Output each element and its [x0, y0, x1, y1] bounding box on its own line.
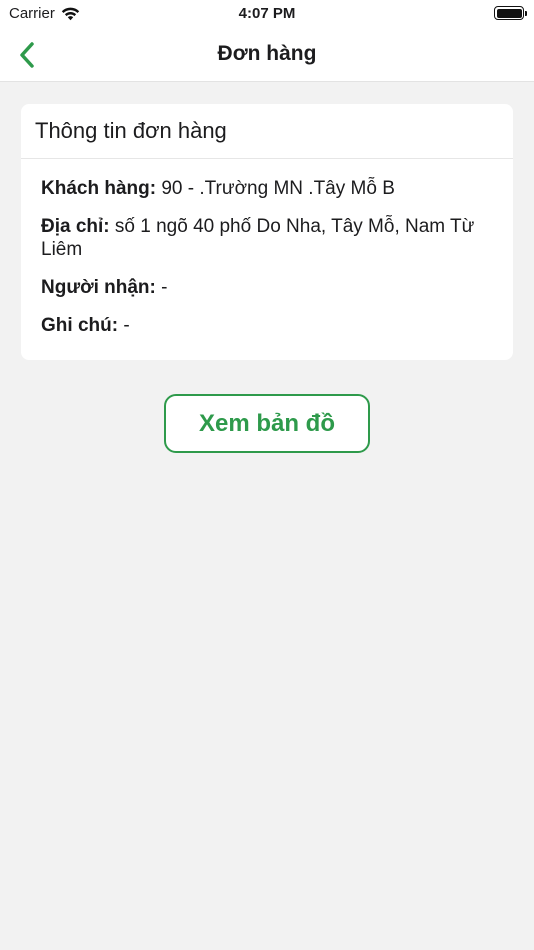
note-label: Ghi chú:	[41, 315, 119, 336]
address-label: Địa chỉ:	[41, 216, 110, 237]
note-row: Ghi chú: -	[41, 314, 493, 337]
nav-bar: Đơn hàng	[0, 28, 534, 82]
view-map-button[interactable]: Xem bản đồ	[164, 394, 370, 453]
note-value: -	[118, 315, 130, 336]
address-row: Địa chỉ: số 1 ngõ 40 phố Do Nha, Tây Mỗ,…	[41, 215, 493, 261]
recipient-row: Người nhận: -	[41, 276, 493, 299]
customer-value: 90 - .Trường MN .Tây Mỗ B	[156, 178, 395, 199]
order-info-card: Thông tin đơn hàng Khách hàng: 90 - .Trư…	[21, 104, 513, 360]
page-title: Đơn hàng	[217, 42, 317, 65]
customer-label: Khách hàng:	[41, 178, 157, 199]
status-time: 4:07 PM	[238, 5, 296, 22]
recipient-label: Người nhận:	[41, 277, 156, 298]
recipient-value: -	[155, 277, 168, 298]
card-header: Thông tin đơn hàng	[21, 104, 513, 159]
card-body: Khách hàng: 90 - .Trường MN .Tây Mỗ B Đị…	[21, 159, 513, 337]
battery-icon	[494, 6, 527, 20]
status-bar: Carrier 4:07 PM	[0, 0, 534, 28]
customer-row: Khách hàng: 90 - .Trường MN .Tây Mỗ B	[41, 177, 493, 200]
